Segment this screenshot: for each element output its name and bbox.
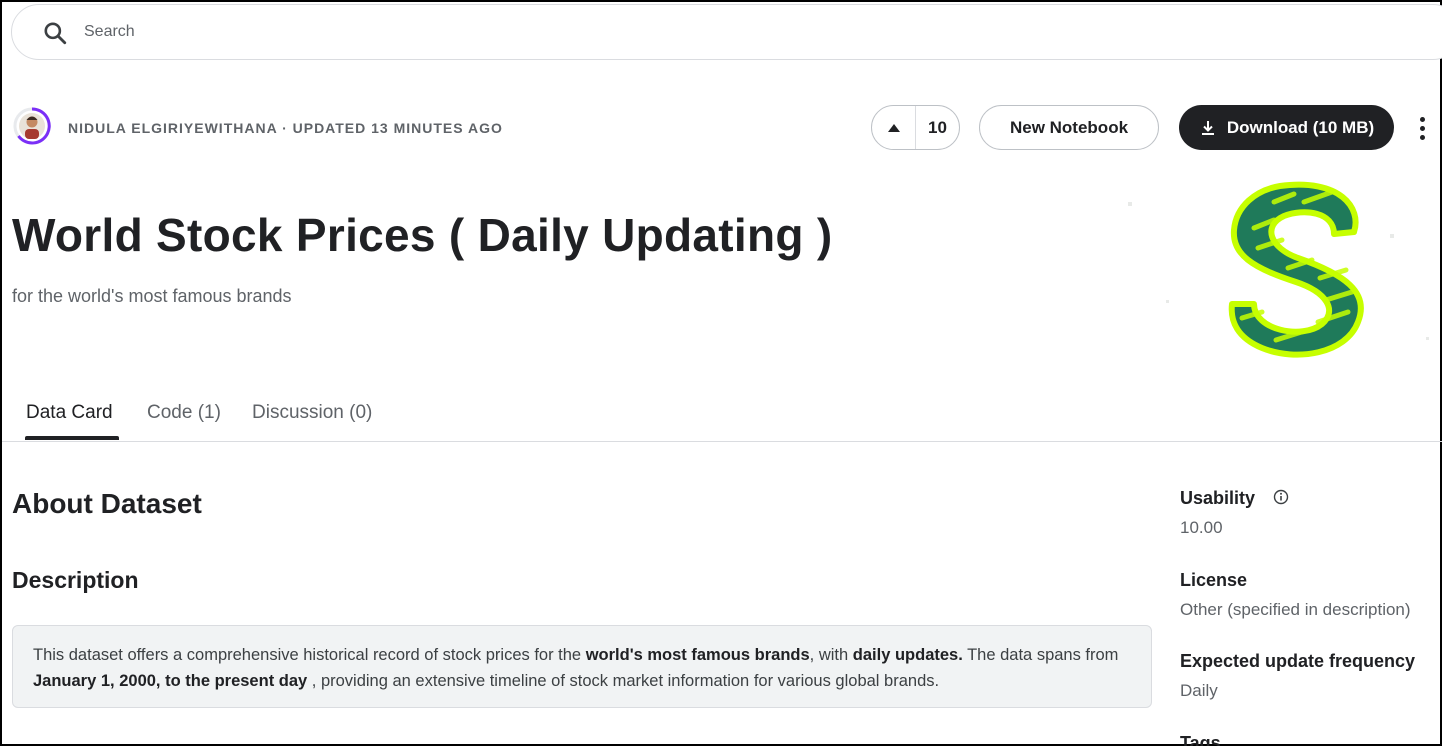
tab-code[interactable]: Code (1) xyxy=(147,402,221,424)
usability-label: Usability xyxy=(1180,488,1256,508)
usability-value: 10.00 xyxy=(1180,518,1223,537)
search-icon xyxy=(44,22,67,45)
tab-discussion[interactable]: Discussion (0) xyxy=(252,402,372,424)
avatar[interactable] xyxy=(13,105,51,147)
arrow-up-icon[interactable] xyxy=(872,106,916,149)
download-button[interactable]: Download (10 MB) xyxy=(1179,105,1394,150)
download-icon xyxy=(1201,120,1214,135)
active-tab-indicator xyxy=(25,436,119,440)
tabs-divider xyxy=(2,441,1442,442)
dataset-subtitle: for the world's most famous brands xyxy=(12,286,292,306)
license-label: License xyxy=(1180,570,1248,590)
tab-data-card[interactable]: Data Card xyxy=(26,402,113,424)
info-icon[interactable] xyxy=(1273,489,1289,505)
dataset-title: World Stock Prices ( Daily Updating ) xyxy=(12,209,833,261)
upvote-button[interactable]: 10 xyxy=(871,105,960,150)
dataset-cover-image xyxy=(1128,181,1429,358)
new-notebook-button[interactable]: New Notebook xyxy=(979,105,1159,150)
vote-count: 10 xyxy=(928,117,947,137)
search-bar[interactable] xyxy=(11,4,1442,60)
download-button-label: Download (10 MB) xyxy=(1226,117,1375,137)
license-value: Other (specified in description) xyxy=(1180,600,1411,619)
description-text: This dataset offers a comprehensive hist… xyxy=(12,625,1152,708)
about-dataset-heading: About Dataset xyxy=(12,488,202,519)
update-frequency-value: Daily xyxy=(1180,681,1218,700)
update-frequency-label: Expected update frequency xyxy=(1180,651,1416,671)
more-vert-icon[interactable] xyxy=(1411,112,1433,144)
tags-label: Tags xyxy=(1180,733,1221,746)
search-input[interactable] xyxy=(84,19,584,45)
description-heading: Description xyxy=(12,567,139,593)
author-byline: NIDULA ELGIRIYEWITHANA · UPDATED 13 MINU… xyxy=(68,120,503,136)
